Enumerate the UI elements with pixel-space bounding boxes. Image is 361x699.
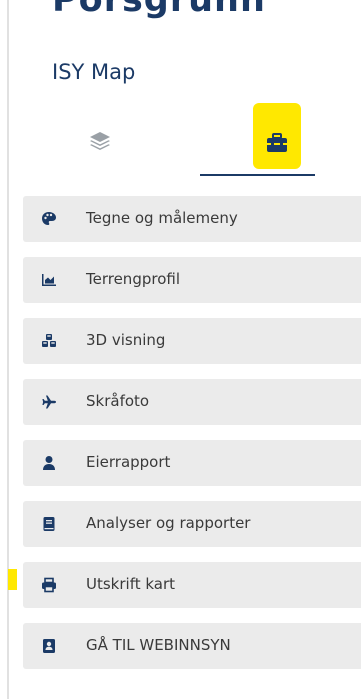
panel-tabs [40, 103, 340, 176]
cubes-icon [42, 334, 56, 347]
layers-icon [90, 132, 110, 150]
tab-layers[interactable] [60, 108, 140, 174]
menu-item-oblique-photo[interactable]: Skråfoto [23, 379, 361, 425]
menu-item-label: 3D visning [86, 331, 166, 349]
menu-item-label: Analyser og rapporter [86, 514, 251, 532]
toolbox-icon [267, 133, 287, 152]
menu-item-label: GÅ TIL WEBINNSYN [86, 636, 231, 654]
menu-item-label: Tegne og målemeny [86, 209, 238, 227]
user-icon [43, 456, 55, 470]
menu-item-label: Skråfoto [86, 392, 150, 410]
plane-icon [42, 395, 56, 409]
menu-item-analysis-reports[interactable]: Analyser og rapporter [23, 501, 361, 547]
menu-item-3d-view[interactable]: 3D visning [23, 318, 361, 364]
menu-item-print-map[interactable]: Utskrift kart [23, 562, 361, 608]
menu-item-drawing[interactable]: Tegne og målemeny [23, 196, 361, 242]
menu-item-go-to-webinnsyn[interactable]: GÅ TIL WEBINNSYN [23, 623, 361, 669]
area-chart-icon [42, 274, 56, 286]
app-subtitle: ISY Map [52, 60, 136, 84]
menu-item-terrain-profile[interactable]: Terrengprofil [23, 257, 361, 303]
menu-item-label: Terrengprofil [86, 270, 180, 288]
highlight-marker [8, 569, 17, 590]
panel-left-border [7, 0, 9, 699]
print-icon [42, 577, 56, 593]
tab-tools[interactable] [200, 103, 315, 176]
id-card-icon [43, 639, 55, 653]
menu-item-label: Utskrift kart [86, 575, 176, 593]
app-title: Porsgrunn [52, 0, 266, 20]
palette-icon [42, 212, 56, 225]
menu-item-label: Eierrapport [86, 453, 171, 471]
menu-item-owner-report[interactable]: Eierrapport [23, 440, 361, 486]
book-icon [43, 517, 55, 531]
